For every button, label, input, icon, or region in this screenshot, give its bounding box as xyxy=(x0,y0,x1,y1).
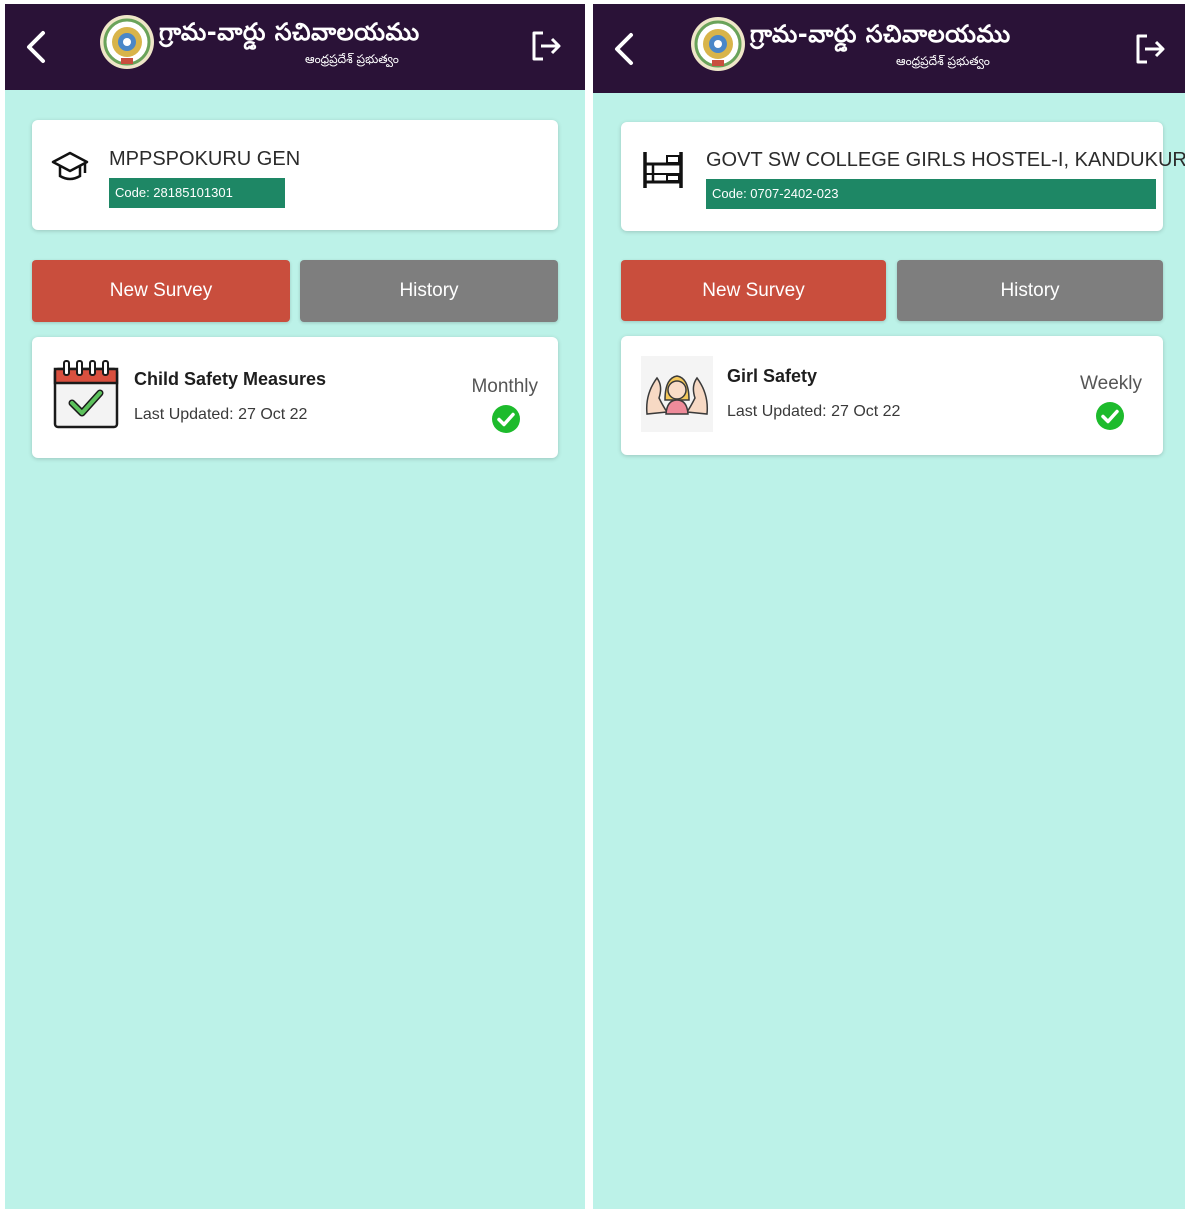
app-header: గ్రామ-వార్డు సచివాలయము ఆంధ్రప్రదేశ్ ప్రభ… xyxy=(5,4,585,90)
logout-button[interactable] xyxy=(526,26,566,66)
history-button[interactable]: History xyxy=(897,260,1163,321)
emblem-icon xyxy=(100,15,154,69)
screen-left: గ్రామ-వార్డు సచివాలయము ఆంధ్రప్రదేశ్ ప్రభ… xyxy=(5,4,585,1209)
brand-title: గ్రామ-వార్డు సచివాలయము xyxy=(750,20,1011,48)
new-survey-button[interactable]: New Survey xyxy=(621,260,886,321)
brand-subtitle: ఆంధ్రప్రదేశ్ ప్రభుత్వం xyxy=(896,54,990,68)
bunk-bed-icon xyxy=(643,152,683,188)
institution-card: MPPSPOKURU GEN Code: 28185101301 xyxy=(32,120,558,230)
emblem-icon xyxy=(691,17,745,71)
institution-name: GOVT SW COLLEGE GIRLS HOSTEL-I, KANDUKUR xyxy=(706,149,1185,171)
check-circle-icon xyxy=(492,405,520,433)
institution-code-badge: Code: 28185101301 xyxy=(109,178,285,208)
survey-frequency: Monthly xyxy=(471,376,538,397)
logout-button[interactable] xyxy=(1130,29,1170,69)
brand-subtitle: ఆంధ్రప్రదేశ్ ప్రభుత్వం xyxy=(305,52,399,66)
app-header: గ్రామ-వార్డు సచివాలయము ఆంధ్రప్రదేశ్ ప్రభ… xyxy=(593,4,1185,93)
survey-title: Girl Safety xyxy=(727,366,818,386)
calendar-check-icon xyxy=(53,360,119,429)
graduation-cap-icon xyxy=(51,151,89,181)
back-button[interactable] xyxy=(607,29,641,69)
history-button[interactable]: History xyxy=(300,260,558,322)
logout-icon xyxy=(532,31,561,61)
survey-frequency: Weekly xyxy=(1080,373,1142,394)
logout-icon xyxy=(1136,34,1165,64)
survey-last-updated: Last Updated: 27 Oct 22 xyxy=(727,403,901,420)
survey-last-updated: Last Updated: 27 Oct 22 xyxy=(134,406,308,423)
institution-name: MPPSPOKURU GEN xyxy=(109,148,301,170)
survey-item[interactable]: Child Safety Measures Last Updated: 27 O… xyxy=(32,337,558,458)
institution-code-badge: Code: 0707-2402-023 xyxy=(706,179,1156,209)
brand-title: గ్రామ-వార్డు సచివాలయము xyxy=(159,18,420,46)
survey-item[interactable]: Girl Safety Last Updated: 27 Oct 22 Week… xyxy=(621,336,1163,455)
chevron-left-icon xyxy=(615,33,633,65)
chevron-left-icon xyxy=(27,31,45,63)
check-circle-icon xyxy=(1096,402,1124,430)
screen-right: గ్రామ-వార్డు సచివాలయము ఆంధ్రప్రదేశ్ ప్రభ… xyxy=(593,4,1185,1209)
back-button[interactable] xyxy=(19,27,53,67)
institution-card: GOVT SW COLLEGE GIRLS HOSTEL-I, KANDUKUR… xyxy=(621,122,1185,231)
survey-title: Child Safety Measures xyxy=(134,369,327,389)
protected-girl-icon xyxy=(641,356,713,432)
new-survey-button[interactable]: New Survey xyxy=(32,260,290,322)
